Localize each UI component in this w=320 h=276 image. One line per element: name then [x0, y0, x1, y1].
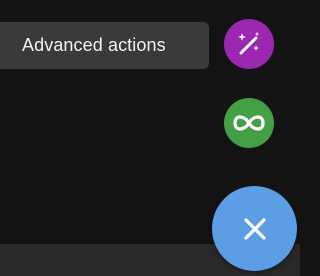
magic-wand-icon — [234, 29, 264, 59]
loop-button[interactable] — [224, 98, 274, 148]
fab-menu-overlay: Advanced actions — [0, 0, 300, 276]
advanced-actions-button[interactable] — [224, 19, 274, 69]
infinity-icon — [233, 113, 265, 133]
advanced-actions-tooltip: Advanced actions — [0, 22, 209, 69]
close-menu-button[interactable] — [212, 186, 297, 271]
close-icon — [242, 216, 268, 242]
tooltip-label: Advanced actions — [22, 35, 166, 55]
